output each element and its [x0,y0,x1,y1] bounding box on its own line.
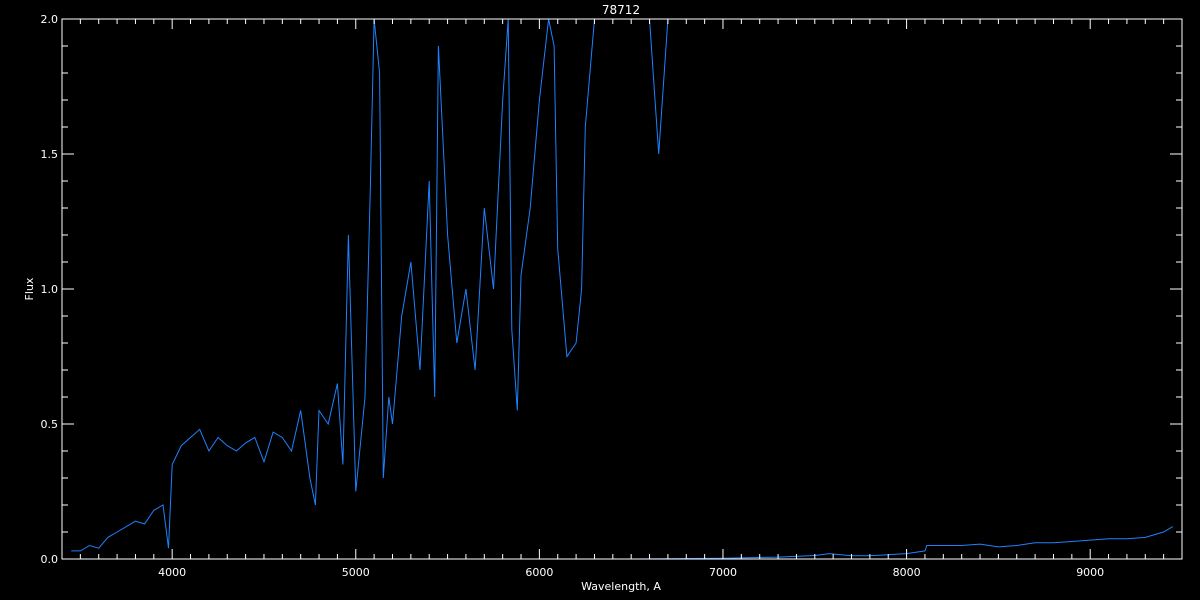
y-tick-label: 0.5 [41,418,59,431]
x-tick-label: 6000 [525,566,553,579]
x-tick-label: 8000 [893,566,921,579]
x-axis-label: Wavelength, A [581,580,661,593]
chart-title: 78712 [602,3,640,17]
y-tick-label: 0.0 [41,553,59,566]
x-tick-label: 5000 [342,566,370,579]
x-tick-label: 7000 [709,566,737,579]
spectrum-chart: 4000 5000 6000 7000 8000 90000.00.51.01.52.0 … [0,0,1200,600]
y-tick-label: 1.5 [41,148,59,161]
y-axis-label: Flux [23,277,36,300]
x-tick-label: 4000 [158,566,186,579]
y-tick-label: 2.0 [41,13,59,26]
x-tick-label: 9000 [1076,566,1104,579]
y-tick-label: 1.0 [41,283,59,296]
chart-background [0,0,1200,600]
